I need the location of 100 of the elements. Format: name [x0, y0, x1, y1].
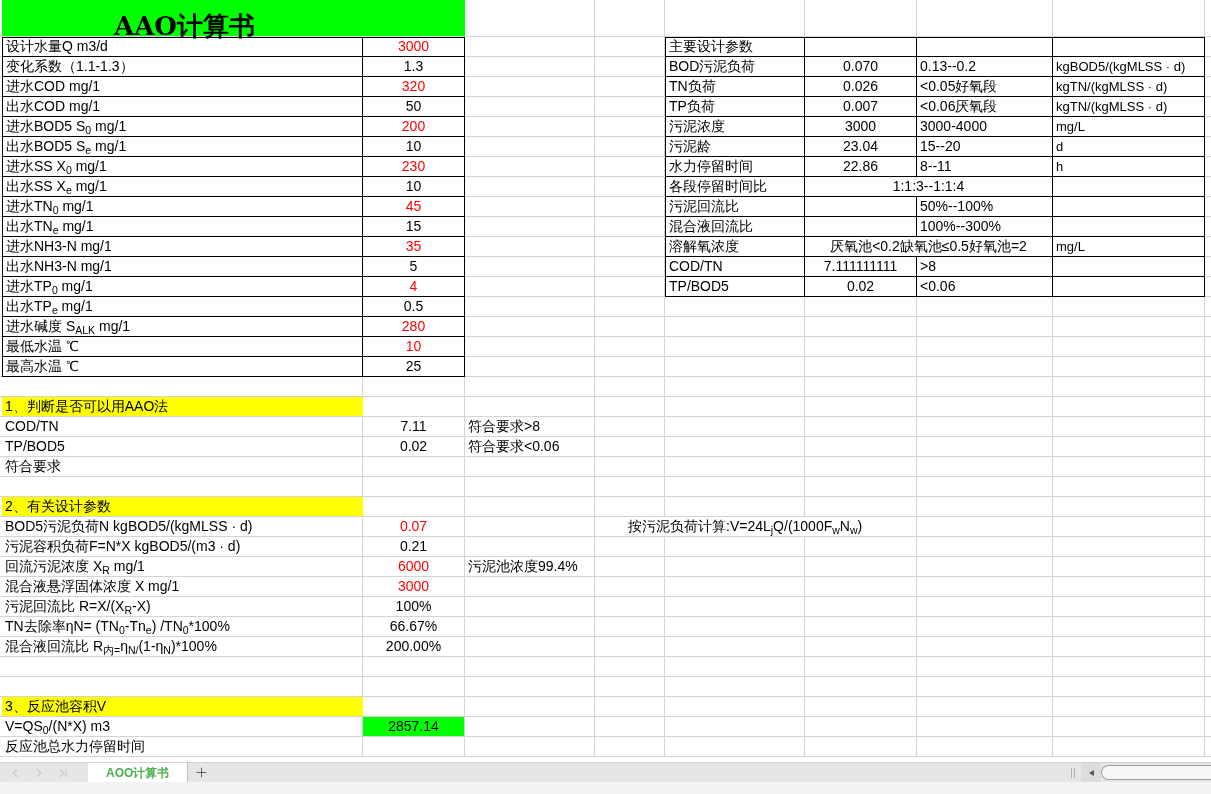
table-cell: 45	[363, 197, 465, 217]
table-cell: 0.007	[805, 97, 917, 117]
table-cell: 4	[363, 277, 465, 297]
table-cell: 主要设计参数	[665, 37, 805, 57]
table-cell: 反应池总水力停留时间	[2, 737, 363, 757]
table-cell: 出水TP$_{e}$ mg/1	[2, 297, 363, 317]
scroll-left-button[interactable]	[1081, 763, 1101, 782]
table-cell: 0.21	[363, 537, 465, 557]
empty-cell	[595, 37, 665, 57]
empty-cell	[595, 237, 665, 257]
empty-cell	[595, 597, 665, 617]
table-cell: 厌氧池<0.2缺氧池≤0.5好氧池=2	[805, 237, 1053, 257]
table-cell: BOD污泥负荷	[665, 57, 805, 77]
sheet-title: AAO计算书	[2, 0, 465, 37]
table-cell: 0.070	[805, 57, 917, 77]
table-cell: TP负荷	[665, 97, 805, 117]
table-cell: <0.05好氧段	[917, 77, 1053, 97]
empty-cell	[595, 217, 665, 237]
table-cell: 污泥池浓度99.4%	[465, 557, 595, 577]
table-cell: 0.02	[805, 277, 917, 297]
table-cell: 水力停留时间	[665, 157, 805, 177]
empty-cell	[595, 337, 665, 357]
table-cell: 50%--100%	[917, 197, 1053, 217]
table-cell: TN负荷	[665, 77, 805, 97]
table-cell: kgTN/(kgMLSS · d)	[1053, 77, 1205, 97]
table-cell: 符合要求	[2, 457, 363, 477]
table-cell: 320	[363, 77, 465, 97]
table-cell: 污泥容积负荷F=N*X kgBOD5/(m3 · d)	[2, 537, 363, 557]
table-cell: 6000	[363, 557, 465, 577]
horizontal-scrollbar[interactable]	[1101, 765, 1211, 780]
empty-cell	[595, 717, 665, 737]
empty-cell	[595, 277, 665, 297]
table-cell: 最低水温 ℃	[2, 337, 363, 357]
table-cell: 3000	[363, 577, 465, 597]
table-cell: 200	[363, 117, 465, 137]
table-cell: 0.02	[363, 437, 465, 457]
plus-icon	[193, 765, 209, 780]
table-cell: 进水BOD5 S$_{0}$ mg/1	[2, 117, 363, 137]
empty-cell	[595, 657, 665, 677]
empty-cell	[595, 117, 665, 137]
empty-cell	[595, 417, 665, 437]
table-cell: mg/L	[1053, 117, 1205, 137]
empty-cell	[595, 137, 665, 157]
table-cell: mg/L	[1053, 237, 1205, 257]
empty-cell	[595, 437, 665, 457]
empty-cell	[595, 477, 665, 497]
empty-cell	[595, 537, 665, 557]
empty-cell	[595, 497, 665, 517]
table-cell: TP/BOD5	[665, 277, 805, 297]
empty-cell	[595, 577, 665, 597]
empty-cell	[595, 697, 665, 717]
table-cell: 0.13--0.2	[917, 57, 1053, 77]
table-cell: 污泥龄	[665, 137, 805, 157]
table-cell: V=QS$_{0}$/(N*X) m3	[2, 717, 363, 737]
table-cell: 1:1:3--1:1:4	[805, 177, 1053, 197]
table-cell: kgTN/(kgMLSS · d)	[1053, 97, 1205, 117]
table-cell: 进水碱度 S$_{ALK}$ mg/1	[2, 317, 363, 337]
table-cell: 各段停留时间比	[665, 177, 805, 197]
table-cell: 出水NH3-N mg/1	[2, 257, 363, 277]
table-cell: 进水NH3-N mg/1	[2, 237, 363, 257]
table-cell: 按污泥负荷计算:V=24L$_{j}$Q/(1000F$_{w}$N$_{w}$)	[595, 517, 917, 537]
table-cell: 混合液回流比 R$_{内=}$η$_{N/}$(1-η$_{N}$)*100%	[2, 637, 363, 657]
sheet-tab[interactable]: AOO计算书	[88, 763, 189, 782]
table-cell: 溶解氧浓度	[665, 237, 805, 257]
table-cell: 3000	[363, 37, 465, 57]
splitter-icon[interactable]	[1071, 767, 1075, 778]
section-heading: 3、反应池容积V	[2, 697, 363, 717]
table-cell: 35	[363, 237, 465, 257]
table-cell: 280	[363, 317, 465, 337]
empty-cell	[595, 737, 665, 757]
table-cell: 出水COD mg/1	[2, 97, 363, 117]
table-cell: 5	[363, 257, 465, 277]
table-cell: 66.67%	[363, 617, 465, 637]
table-cell: 0.07	[363, 517, 465, 537]
table-cell: 混合液回流比	[665, 217, 805, 237]
table-cell: COD/TN	[2, 417, 363, 437]
table-cell: 7.111111111	[805, 257, 917, 277]
empty-cell	[595, 377, 665, 397]
empty-cell	[595, 157, 665, 177]
table-cell: 进水TN$_{0}$ mg/1	[2, 197, 363, 217]
table-cell: 0.5	[363, 297, 465, 317]
table-cell: 3000	[805, 117, 917, 137]
empty-cell	[595, 677, 665, 697]
table-cell: 0.026	[805, 77, 917, 97]
table-cell: 100%--300%	[917, 217, 1053, 237]
table-cell: 出水SS X$_{e}$ mg/1	[2, 177, 363, 197]
empty-cell	[595, 357, 665, 377]
table-cell: 进水COD mg/1	[2, 77, 363, 97]
table-cell: d	[1053, 137, 1205, 157]
empty-cell	[595, 457, 665, 477]
empty-cell	[595, 297, 665, 317]
table-cell: 23.04	[805, 137, 917, 157]
table-cell: 变化系数（1.1-1.3）	[2, 57, 363, 77]
empty-cell	[595, 177, 665, 197]
empty-cell	[595, 317, 665, 337]
table-cell: COD/TN	[665, 257, 805, 277]
table-cell: kgBOD5/(kgMLSS · d)	[1053, 57, 1205, 77]
table-cell: 10	[363, 337, 465, 357]
table-cell: 100%	[363, 597, 465, 617]
table-cell: 10	[363, 137, 465, 157]
